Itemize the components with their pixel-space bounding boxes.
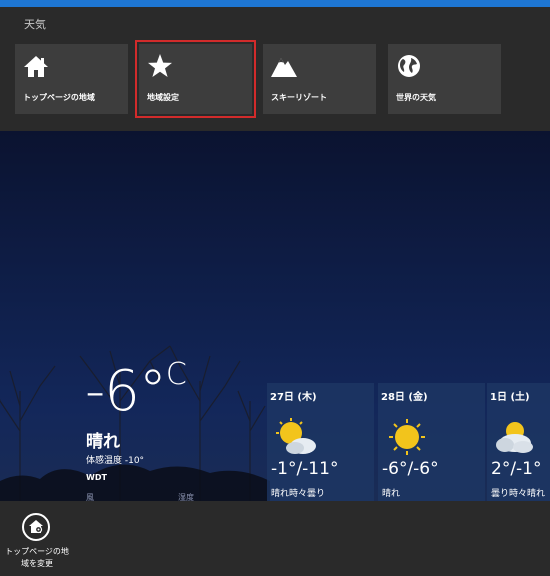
accent-strip xyxy=(0,0,550,7)
temperature-unit: C xyxy=(165,357,187,392)
tile-region-settings[interactable]: 地域設定 xyxy=(135,40,256,118)
globe-icon xyxy=(398,55,420,77)
star-icon xyxy=(148,54,172,77)
forecast-condition: 曇り時々晴れ xyxy=(491,489,546,499)
home-icon xyxy=(24,56,48,77)
forecast-temp: -6°/-6° xyxy=(382,459,439,479)
forecast-temp: 2°/-1° xyxy=(491,459,542,479)
tile-label: トップページの地域 xyxy=(23,93,95,102)
cloudy-sunny-icon xyxy=(496,422,533,453)
home-settings-icon xyxy=(29,520,43,534)
forecast-condition: 晴れ時々曇り xyxy=(271,489,326,499)
forecast-day[interactable]: 1日 (土) 2°/-1° 曇り時々晴れ xyxy=(487,383,550,501)
feels-like: 体感温度 -10° xyxy=(86,456,145,466)
forecast-date: 1日 (土) xyxy=(490,392,530,403)
change-home-region-button[interactable] xyxy=(22,513,50,541)
current-condition: 晴れ xyxy=(86,432,120,452)
current-temperature: -6°C xyxy=(85,357,187,424)
change-home-region-label: トップページの地域を変更 xyxy=(5,547,69,568)
forecast-day[interactable]: 28日 (金) -6°/-6° 晴れ xyxy=(378,383,485,501)
sunny-icon xyxy=(389,419,425,455)
tile-label: 世界の天気 xyxy=(396,93,436,102)
nav-bar: 天気 トップページの地域 地域設定 スキーリゾート 世界の天気 xyxy=(0,7,550,131)
tile-ski-resort[interactable]: スキーリゾート xyxy=(263,44,376,114)
data-source: WDT xyxy=(86,473,107,482)
forecast-day[interactable]: 27日 (木) -1°/-11° 晴れ時々曇り xyxy=(267,383,374,501)
app-bar: トップページの地域を変更 xyxy=(0,501,550,576)
forecast-date: 28日 (金) xyxy=(381,392,428,403)
nav-title: 天気 xyxy=(24,18,46,31)
partly-cloudy-icon xyxy=(276,418,316,454)
tile-home-region[interactable]: トップページの地域 xyxy=(15,44,128,114)
tile-label: スキーリゾート xyxy=(271,93,327,102)
weather-panel: -6°C 晴れ 体感温度 -10° WDT 風 湿度 27日 (木) -1°/-… xyxy=(0,131,550,501)
mountain-icon xyxy=(271,58,297,77)
humidity-label: 湿度 xyxy=(178,493,194,501)
forecast-condition: 晴れ xyxy=(382,489,401,499)
forecast-temp: -1°/-11° xyxy=(271,459,339,479)
forecast-date: 27日 (木) xyxy=(270,392,317,403)
tile-world-weather[interactable]: 世界の天気 xyxy=(388,44,501,114)
tile-label: 地域設定 xyxy=(147,93,179,102)
wind-label: 風 xyxy=(86,493,94,501)
